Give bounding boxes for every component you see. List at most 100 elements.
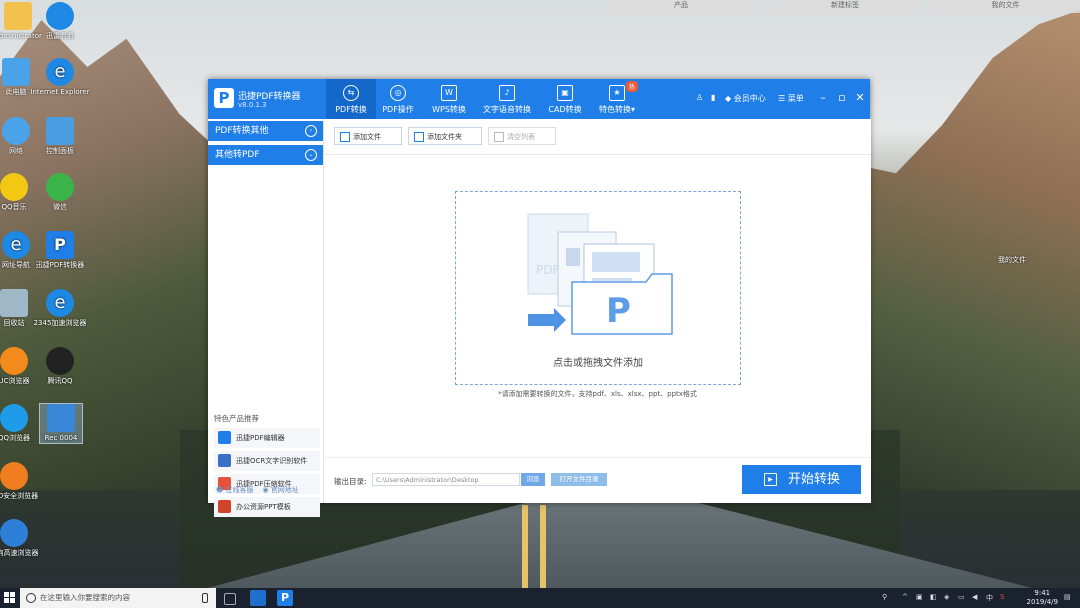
control-panel-icon (46, 117, 74, 145)
menu-button[interactable]: ☰ 菜单 (778, 93, 804, 104)
menu-label: 菜单 (787, 94, 804, 103)
clock[interactable]: 9:41 2019/4/9 (1027, 589, 1058, 607)
browse-button[interactable]: 浏览 (521, 473, 545, 486)
desktop-icon-label: Internet Explorer (30, 88, 90, 96)
desktop-icon-360-browser[interactable]: 360安全浏览器 (0, 462, 46, 501)
clear-list-label: 清空列表 (507, 133, 535, 141)
desktop-icon-label: 360安全浏览器 (0, 492, 39, 500)
sidebar-footer: ☻ 在线客服 ◉ 官网地址 (216, 485, 299, 495)
divider (324, 457, 871, 458)
ime-indicator[interactable]: 中 (986, 593, 993, 603)
desktop-icon-xunlei[interactable]: 迅雷看看 (28, 2, 92, 41)
chevron-up-icon[interactable]: ^ (902, 593, 908, 601)
user-icon[interactable]: ♙ (696, 93, 703, 102)
tab-label: CAD转换 (548, 105, 582, 114)
drop-zone[interactable]: PDF P 点击或拖拽文件添加 (455, 191, 741, 385)
qq-music-icon (0, 173, 28, 201)
clear-list-button[interactable]: 清空列表 (488, 127, 556, 145)
tab-text-voice[interactable]: ♪ 文字语音转换 (478, 79, 536, 119)
official-site-link[interactable]: ◉ 官网地址 (262, 486, 298, 494)
top-bar-block[interactable]: 产品 (607, 0, 755, 13)
sidebar-item-other-to-pdf[interactable]: 其他转PDF ⌄ (208, 145, 323, 165)
360-browser-icon (0, 462, 28, 490)
chevron-right-icon: › (305, 125, 317, 137)
sogou-browser-icon (0, 519, 28, 547)
browser-icon: e (46, 289, 74, 317)
microphone-icon[interactable] (202, 593, 208, 603)
target-icon: ◎ (390, 85, 406, 101)
taskbar-recorder-icon[interactable] (250, 590, 266, 606)
add-file-button[interactable]: 添加文件 (334, 127, 402, 145)
ie-icon: e (46, 58, 74, 86)
uc-browser-icon (0, 347, 28, 375)
desktop-icon-label: 此电脑 (5, 88, 27, 96)
desktop-icon-2345-browser[interactable]: e 2345加速浏览器 (28, 289, 92, 328)
headset-icon: ☻ (216, 486, 224, 494)
vip-center[interactable]: ◆ 会员中心 (725, 93, 766, 104)
desktop-icon-qq[interactable]: 腾讯QQ (28, 347, 92, 386)
ppt-icon (218, 500, 231, 513)
globe-icon: ◉ (262, 486, 269, 494)
maximize-button[interactable]: ▫ (835, 91, 849, 105)
media-icon (46, 2, 74, 30)
taskbar-search-input[interactable]: 在这里输入你要搜索的内容 (20, 588, 216, 608)
time: 9:41 (1034, 589, 1051, 597)
desktop-icon-ie[interactable]: e Internet Explorer (28, 58, 92, 97)
add-file-icon (340, 132, 350, 142)
network-tray-icon[interactable]: ▭ (958, 593, 965, 601)
tab-wps-convert[interactable]: W WPS转换 (424, 79, 474, 119)
windows-start-icon[interactable] (4, 592, 16, 604)
taskbar: 在这里输入你要搜索的内容 P ⚲ ^ ▣ ◧ ◈ ▭ ◀ 中 S 9:41 20… (0, 588, 1080, 608)
vip-label: 会员中心 (733, 94, 766, 103)
main-panel: 添加文件 添加文件夹 清空列表 PDF P 点击或拖拽文件添加 *请添加需要转换… (323, 119, 871, 503)
tab-pdf-operate[interactable]: ◎ PDF操作 (376, 79, 420, 119)
road-line (540, 505, 546, 588)
desktop-icon-wechat[interactable]: 微信 (28, 173, 92, 212)
recommend-ocr[interactable]: 迅捷OCR文字识别软件 (214, 451, 320, 471)
start-convert-button[interactable]: ▶ 开始转换 (742, 465, 861, 494)
desktop-icon-pdf-converter[interactable]: P 迅捷PDF转换器 (28, 231, 92, 270)
search-placeholder: 在这里输入你要搜索的内容 (40, 593, 130, 602)
shield-icon[interactable]: ◈ (944, 593, 949, 601)
desktop-icon-label: 腾讯QQ (47, 377, 73, 385)
desktop-icon-control-panel[interactable]: 控制面板 (28, 117, 92, 156)
open-folder-button[interactable]: 打开文件目录 (551, 473, 607, 486)
tray-app-icon[interactable]: ▣ (916, 593, 923, 601)
volume-icon[interactable]: ◀ (972, 593, 977, 601)
sidebar-item-pdf-to-other[interactable]: PDF转换其他 › (208, 121, 323, 141)
desktop-icon-label: Rec 0004 (44, 434, 78, 442)
tab-label: 特色转换 (598, 105, 631, 114)
close-button[interactable]: ✕ (853, 91, 867, 105)
convert-icon: ⇆ (343, 85, 359, 101)
task-view-icon[interactable] (224, 593, 236, 605)
desktop-icon-rec[interactable]: Rec 0004 (39, 403, 83, 444)
people-icon[interactable]: ⚲ (882, 593, 887, 601)
desktop-icon-sogou-browser[interactable]: 搜狗高速浏览器 (0, 519, 46, 558)
recommend-ppt-template[interactable]: 办公资源PPT模板 (214, 497, 320, 517)
desktop-icon-my-files[interactable]: 我的文件 (980, 256, 1044, 265)
tab-cad-convert[interactable]: ▣ CAD转换 (542, 79, 588, 119)
tray-app-icon[interactable]: ◧ (930, 593, 937, 601)
minimize-button[interactable]: – (816, 91, 830, 105)
app-version: v8.0.1.3 (238, 101, 267, 109)
online-service-link[interactable]: ☻ 在线客服 (216, 486, 254, 494)
recommend-pdf-editor[interactable]: 迅捷PDF编辑器 (214, 428, 320, 448)
output-dir-field[interactable]: C:\Users\Administrator\Desktop (372, 473, 520, 486)
top-bar-block[interactable]: 我的文件 (931, 0, 1080, 13)
add-file-label: 添加文件 (353, 133, 381, 141)
desktop-icon-label: 控制面板 (46, 147, 74, 155)
top-bar-block[interactable]: 新建标签 (769, 0, 921, 13)
svg-text:P: P (606, 291, 631, 331)
desktop-icon-label: 回收站 (3, 319, 25, 327)
add-folder-button[interactable]: 添加文件夹 (408, 127, 482, 145)
app-logo-icon: P (214, 88, 234, 108)
search-icon (26, 593, 36, 603)
user-indicator: ▮ (711, 93, 716, 102)
pdf-converter-icon: P (46, 231, 74, 259)
online-service-label: 在线客服 (225, 486, 254, 494)
tab-pdf-convert[interactable]: ⇆ PDF转换 (326, 79, 376, 119)
sogou-ime-icon[interactable]: S (1000, 593, 1004, 601)
file-illustration-icon: PDF P (527, 213, 673, 335)
notification-icon[interactable]: ▤ (1064, 593, 1071, 601)
taskbar-pdf-converter-icon[interactable]: P (277, 590, 293, 606)
